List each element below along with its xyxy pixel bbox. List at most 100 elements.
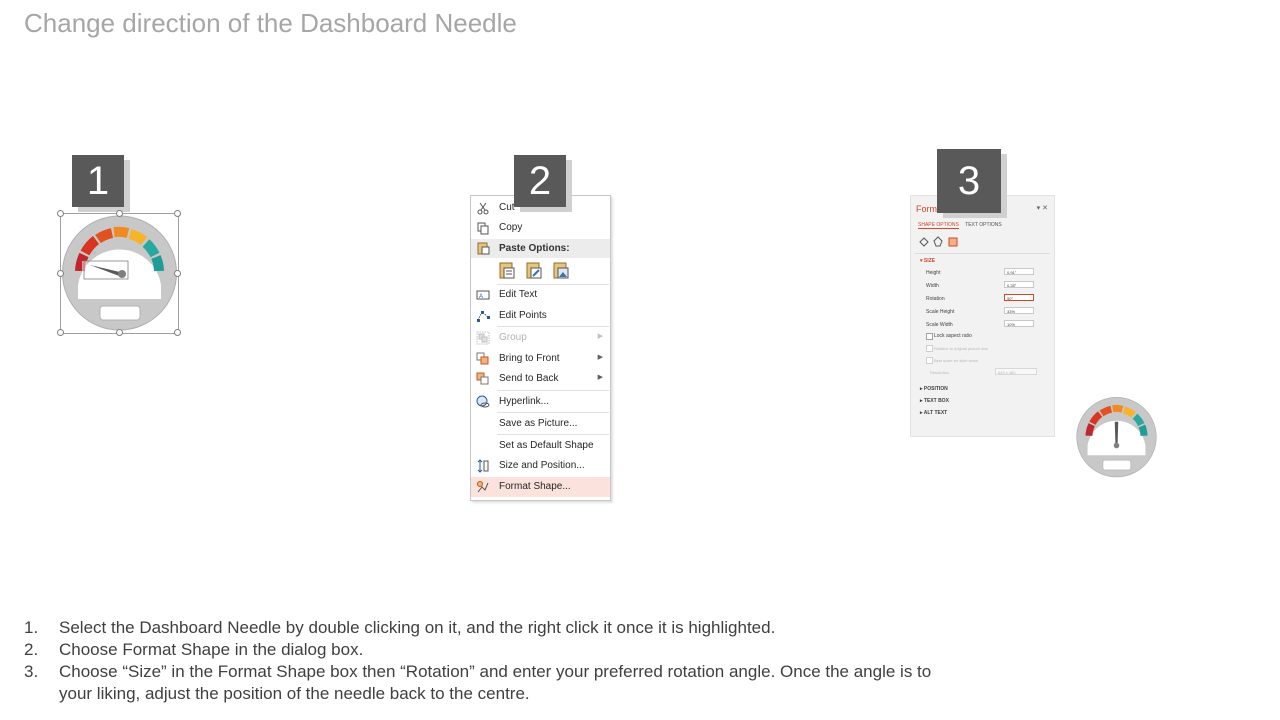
step-text: Choose “Size” in the Format Shape box th… (59, 662, 932, 703)
submenu-arrow-icon: ▶ (597, 333, 603, 340)
lock-aspect-checkbox[interactable] (926, 333, 933, 340)
tab-shape-options[interactable]: SHAPE OPTIONS (918, 222, 959, 229)
scale-width-label: Scale Width (926, 322, 953, 328)
gauge-graphic (62, 215, 177, 331)
menu-label: Format Shape... (499, 481, 571, 492)
dashboard-gauge-rotated[interactable] (1075, 395, 1158, 480)
format-shape-panel: Format ▾ ✕ SHAPE OPTIONS TEXT OPTIONS ▾ … (910, 195, 1055, 437)
menu-item-edit-text[interactable]: A Edit Text (471, 285, 610, 305)
bring-to-front-icon (476, 352, 489, 365)
best-scale-label: Best scale for slide show (934, 358, 979, 363)
menu-item-send-to-back[interactable]: Send to Back ▶ (471, 369, 610, 389)
size-position-icon (477, 459, 489, 473)
submenu-arrow-icon: ▶ (597, 354, 603, 361)
menu-label: Set as Default Shape (499, 440, 594, 451)
svg-text:A: A (479, 294, 483, 300)
menu-label: Hyperlink... (499, 396, 550, 407)
rotation-input[interactable]: 90° (1004, 294, 1034, 301)
menu-item-bring-to-front[interactable]: Bring to Front ▶ (471, 349, 610, 369)
section-position[interactable]: ▸ POSITION (920, 386, 948, 392)
scale-height-label: Scale Height (926, 309, 955, 315)
menu-label: Group (499, 332, 527, 343)
scissors-icon (477, 202, 489, 215)
resolution-label: Resolution (930, 370, 949, 375)
menu-item-hyperlink[interactable]: Hyperlink... (471, 392, 610, 412)
resize-handle[interactable] (174, 210, 181, 217)
menu-separator (497, 412, 609, 413)
section-alt-text[interactable]: ▸ ALT TEXT (920, 410, 947, 416)
relative-original-checkbox[interactable] (926, 345, 933, 352)
resize-handle[interactable] (116, 329, 123, 336)
section-size-label: SIZE (923, 258, 936, 264)
instruction-step: 3. Choose “Size” in the Format Shape box… (24, 661, 959, 705)
slide-title: Change direction of the Dashboard Needle (24, 8, 517, 38)
menu-label: Bring to Front (499, 353, 560, 364)
step-number: 2. (24, 640, 39, 659)
format-shape-icon (477, 481, 489, 493)
paste-picture-icon[interactable] (551, 260, 571, 280)
step-2-badge: 2 (514, 155, 566, 207)
section-alt-text-label: ALT TEXT (923, 410, 948, 416)
menu-item-save-as-picture[interactable]: Save as Picture... (471, 414, 610, 434)
step-text: Select the Dashboard Needle by double cl… (59, 618, 776, 637)
resize-handle[interactable] (174, 270, 181, 277)
menu-separator (497, 326, 609, 327)
paste-keep-theme-icon[interactable] (497, 260, 517, 280)
scale-width-input[interactable]: 10% (1004, 320, 1034, 327)
instructions-list: 1. Select the Dashboard Needle by double… (24, 617, 1024, 705)
rotation-label: Rotation (926, 296, 945, 302)
best-scale-checkbox[interactable] (926, 357, 933, 364)
submenu-arrow-icon: ▶ (597, 374, 603, 381)
menu-label: Edit Text (499, 289, 538, 300)
gauge-graphic (1076, 397, 1157, 478)
resolution-select[interactable]: 640 x 480 (995, 368, 1037, 375)
menu-item-copy[interactable]: Copy (471, 218, 610, 238)
panel-tabs: SHAPE OPTIONS TEXT OPTIONS (918, 222, 1002, 229)
width-label: Width (926, 283, 939, 289)
tab-text-options[interactable]: TEXT OPTIONS (965, 222, 1002, 228)
menu-item-format-shape[interactable]: Format Shape... (471, 477, 610, 497)
size-properties-icon (948, 237, 958, 247)
resize-handle[interactable] (57, 210, 64, 217)
step-number: 1. (24, 618, 39, 637)
menu-separator (497, 390, 609, 391)
section-size[interactable]: ▾ SIZE (920, 258, 935, 264)
menu-item-group[interactable]: Group ▶ (471, 328, 610, 348)
group-icon (476, 331, 490, 345)
menu-label: Send to Back (499, 373, 559, 384)
dashboard-gauge-selected[interactable] (57, 210, 181, 336)
resize-handle[interactable] (57, 329, 64, 336)
send-to-back-icon (476, 372, 489, 385)
menu-item-size-and-position[interactable]: Size and Position... (471, 456, 610, 476)
scale-height-input[interactable]: 33% (1004, 307, 1034, 314)
step-number: 3. (24, 662, 39, 681)
step-1-badge: 1 (72, 155, 124, 207)
section-text-box[interactable]: ▸ TEXT BOX (920, 398, 949, 404)
edit-points-icon (477, 311, 490, 322)
paste-options-header: Paste Options: (471, 239, 610, 258)
height-input[interactable]: 0.91" (1004, 268, 1034, 275)
section-position-label: POSITION (923, 386, 948, 392)
paste-options-label: Paste Options: (499, 243, 570, 254)
menu-label: Size and Position... (499, 460, 585, 471)
section-text-box-label: TEXT BOX (923, 398, 949, 404)
copy-icon (477, 222, 489, 235)
height-label: Height (926, 270, 941, 276)
paste-options-row (497, 260, 571, 283)
panel-icon-row (918, 236, 958, 250)
effects-icon (933, 236, 943, 247)
width-input[interactable]: 0.28" (1004, 281, 1034, 288)
step-text: Choose Format Shape in the dialog box. (59, 640, 364, 659)
resize-handle[interactable] (174, 329, 181, 336)
menu-item-edit-points[interactable]: Edit Points (471, 306, 610, 326)
menu-label: Edit Points (499, 310, 547, 321)
panel-close-icon[interactable]: ▾ ✕ (1037, 204, 1048, 212)
paste-keep-source-icon[interactable] (524, 260, 544, 280)
resize-handle[interactable] (116, 210, 123, 217)
resize-handle[interactable] (57, 270, 64, 277)
menu-label: Copy (499, 222, 523, 233)
clipboard-icon (477, 242, 490, 255)
menu-item-set-default-shape[interactable]: Set as Default Shape (471, 436, 610, 456)
step-3-badge: 3 (937, 149, 1001, 213)
hyperlink-icon (476, 395, 490, 408)
